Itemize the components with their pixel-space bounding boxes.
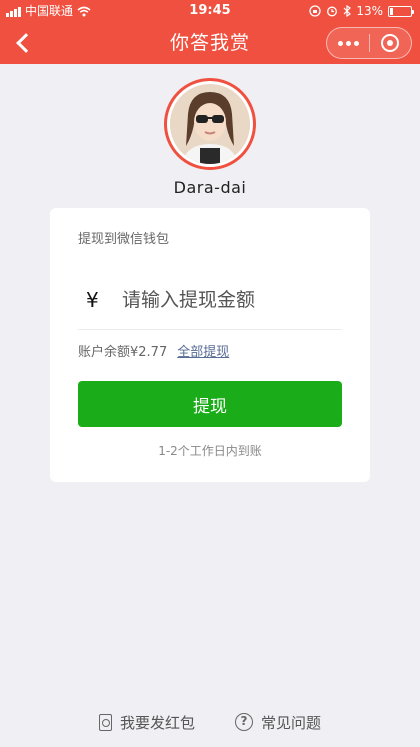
header: 中国联通 19:45 13% 你答我赏: [0, 0, 420, 64]
arrival-note: 1-2个工作日内到账: [158, 444, 262, 458]
lock-rotation-icon: [309, 5, 321, 17]
status-bar: 中国联通 19:45 13%: [0, 0, 420, 22]
question-icon: ?: [235, 713, 253, 731]
balance-row: 账户余额¥2.77 全部提现: [78, 341, 229, 360]
close-miniprogram-button[interactable]: [370, 28, 411, 58]
battery-percent: 13%: [356, 4, 383, 18]
faq-link[interactable]: ? 常见问题: [235, 710, 321, 734]
withdraw-button[interactable]: 提现: [78, 381, 342, 427]
alarm-icon: [327, 6, 338, 17]
capsule-menu: [326, 27, 412, 59]
withdraw-all-link[interactable]: 全部提现: [177, 341, 229, 360]
target-icon: [381, 34, 400, 52]
currency-symbol: ¥: [86, 287, 99, 312]
amount-row: ¥: [78, 270, 342, 330]
user-name: Dara-dai: [173, 178, 247, 197]
balance-text: 账户余额¥2.77: [78, 345, 168, 360]
more-button[interactable]: [327, 28, 369, 58]
avatar: [170, 84, 250, 164]
send-red-packet-link[interactable]: 我要发红包: [98, 710, 195, 734]
red-packet-icon: [98, 713, 112, 731]
avatar-portrait: [170, 84, 250, 164]
withdraw-card: 提现到微信钱包 ¥ 账户余额¥2.77 全部提现 提现 1-2个工作日内到账: [50, 208, 370, 482]
send-red-packet-label: 我要发红包: [119, 713, 195, 732]
withdraw-target-label: 提现到微信钱包: [78, 232, 170, 247]
amount-input[interactable]: [122, 288, 322, 311]
status-right: 13%: [309, 0, 414, 22]
faq-label: 常见问题: [261, 713, 322, 732]
footer-links: 我要发红包 ? 常见问题: [0, 710, 420, 734]
bluetooth-icon: [343, 5, 352, 17]
avatar-ring: [164, 78, 256, 170]
battery-icon: [388, 5, 414, 17]
